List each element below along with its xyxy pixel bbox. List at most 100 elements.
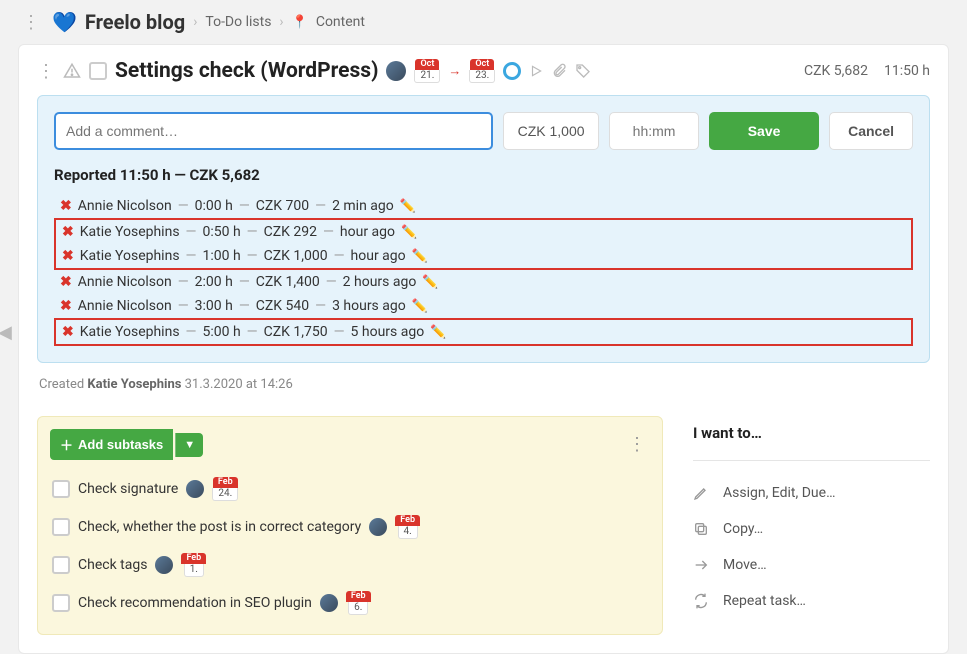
entry-ago: hour ago — [340, 224, 395, 240]
entry-duration: 1:00 h — [202, 248, 240, 264]
created-when: 31.3.2020 at 14:26 — [181, 377, 292, 392]
subtask-date-badge[interactable]: Feb24. — [212, 477, 238, 501]
time-input[interactable] — [609, 112, 699, 150]
entry-ago: 2 min ago — [332, 198, 394, 214]
subtask-row[interactable]: Check, whether the post is in correct ca… — [50, 508, 650, 546]
edit-icon[interactable]: ✏️ — [401, 225, 417, 240]
record-timer-button[interactable] — [503, 62, 521, 80]
reported-summary: Reported 11:50 h — CZK 5,682 — [54, 166, 913, 184]
entry-amount: CZK 1,000 — [264, 248, 328, 264]
edit-icon[interactable]: ✏️ — [412, 299, 428, 314]
created-author: Katie Yosephins — [87, 377, 181, 392]
warning-icon[interactable] — [63, 62, 81, 80]
date-day: 6. — [348, 602, 368, 615]
cancel-button[interactable]: Cancel — [829, 112, 913, 150]
repeat-icon — [693, 593, 711, 609]
entry-user: Katie Yosephins — [80, 224, 180, 240]
entry-amount: CZK 1,400 — [256, 274, 320, 290]
entry-ago: 3 hours ago — [332, 298, 406, 314]
action-repeat[interactable]: Repeat task… — [693, 583, 930, 619]
time-entry: ✖ Katie Yosephins — 0:50 h — CZK 292 — h… — [56, 220, 911, 244]
pencil-icon — [693, 485, 711, 501]
task-checkbox[interactable] — [89, 62, 107, 80]
entry-user: Katie Yosephins — [80, 248, 180, 264]
delete-icon[interactable]: ✖ — [62, 248, 74, 264]
save-button[interactable]: Save — [709, 112, 819, 150]
actions-panel: I want to… Assign, Edit, Due… Copy… — [693, 416, 930, 619]
entry-duration: 0:00 h — [195, 198, 233, 214]
entry-user: Katie Yosephins — [80, 324, 180, 340]
action-assign[interactable]: Assign, Edit, Due… — [693, 475, 930, 511]
avatar[interactable] — [155, 556, 173, 574]
play-icon[interactable] — [529, 64, 543, 78]
entry-amount: CZK 292 — [264, 224, 317, 240]
entry-duration: 2:00 h — [195, 274, 233, 290]
breadcrumb-list[interactable]: To-Do lists — [205, 14, 271, 30]
collapse-left-chevron[interactable]: ◀ — [0, 322, 12, 343]
edit-icon[interactable]: ✏️ — [412, 249, 428, 264]
amount-input[interactable] — [503, 112, 599, 150]
delete-icon[interactable]: ✖ — [62, 324, 74, 340]
entry-amount: CZK 700 — [256, 198, 309, 214]
subtask-date-badge[interactable]: Feb4. — [395, 515, 420, 539]
action-move[interactable]: Move… — [693, 547, 930, 583]
subtask-checkbox[interactable] — [52, 480, 70, 498]
date-day: 24. — [212, 488, 238, 501]
edit-icon[interactable]: ✏️ — [400, 199, 416, 214]
date-from-badge[interactable]: Oct 21. — [414, 59, 440, 83]
task-cost: CZK 5,682 — [804, 63, 868, 79]
date-month: Oct — [470, 59, 494, 70]
time-entry: ✖ Annie Nicolson — 2:00 h — CZK 1,400 — … — [54, 270, 913, 294]
add-subtasks-dropdown[interactable]: ▼ — [175, 433, 203, 457]
breadcrumb-kebab-icon[interactable]: ⋮ — [18, 12, 44, 33]
attachment-icon[interactable] — [551, 63, 567, 79]
subtask-label: Check recommendation in SEO plugin — [78, 595, 312, 611]
avatar[interactable] — [186, 480, 204, 498]
subtask-checkbox[interactable] — [52, 594, 70, 612]
delete-icon[interactable]: ✖ — [60, 198, 72, 214]
entry-user: Annie Nicolson — [78, 298, 172, 314]
avatar[interactable] — [369, 518, 387, 536]
breadcrumb-content[interactable]: Content — [316, 14, 365, 30]
plus-icon: ＋ — [60, 435, 73, 454]
avatar[interactable] — [386, 61, 406, 81]
breadcrumb: ⋮ 💙 Freelo blog › To-Do lists › 📍Content — [18, 10, 949, 34]
date-month: Oct — [415, 59, 439, 70]
subtask-date-badge[interactable]: Feb6. — [346, 591, 371, 615]
edit-icon[interactable]: ✏️ — [422, 275, 438, 290]
entry-user: Annie Nicolson — [78, 198, 172, 214]
delete-icon[interactable]: ✖ — [62, 224, 74, 240]
breadcrumb-project[interactable]: Freelo blog — [85, 10, 185, 34]
tag-icon[interactable] — [575, 63, 591, 79]
heart-icon: 💙 — [52, 10, 77, 34]
task-header: ⋮ Settings check (WordPress) Oct 21. → O… — [37, 59, 930, 83]
action-copy[interactable]: Copy… — [693, 511, 930, 547]
date-month: Feb — [395, 515, 420, 526]
add-subtasks-label: Add subtasks — [78, 437, 163, 452]
entry-duration: 0:50 h — [202, 224, 240, 240]
entry-user: Annie Nicolson — [78, 274, 172, 290]
pin-icon: 📍 — [292, 15, 308, 30]
created-prefix: Created — [39, 377, 87, 392]
subtasks-kebab-icon[interactable]: ⋮ — [624, 434, 650, 455]
date-day: 23. — [469, 70, 495, 83]
entry-duration: 3:00 h — [195, 298, 233, 314]
delete-icon[interactable]: ✖ — [60, 298, 72, 314]
subtask-date-badge[interactable]: Feb1. — [181, 553, 206, 577]
subtask-row[interactable]: Check signatureFeb24. — [50, 470, 650, 508]
arrow-right-icon: → — [448, 63, 461, 79]
time-entry: ✖ Katie Yosephins — 1:00 h — CZK 1,000 —… — [56, 244, 911, 268]
task-card: ⋮ Settings check (WordPress) Oct 21. → O… — [18, 44, 949, 654]
subtask-row[interactable]: Check recommendation in SEO plugin Feb6. — [50, 584, 650, 622]
avatar[interactable] — [320, 594, 338, 612]
subtask-checkbox[interactable] — [52, 556, 70, 574]
comment-input[interactable] — [54, 112, 493, 150]
add-subtasks-button[interactable]: ＋ Add subtasks — [50, 429, 173, 460]
edit-icon[interactable]: ✏️ — [430, 325, 446, 340]
date-to-badge[interactable]: Oct 23. — [469, 59, 495, 83]
subtask-checkbox[interactable] — [52, 518, 70, 536]
delete-icon[interactable]: ✖ — [60, 274, 72, 290]
subtask-row[interactable]: Check tagsFeb1. — [50, 546, 650, 584]
task-kebab-icon[interactable]: ⋮ — [37, 61, 55, 82]
task-title: Settings check (WordPress) — [115, 59, 378, 83]
